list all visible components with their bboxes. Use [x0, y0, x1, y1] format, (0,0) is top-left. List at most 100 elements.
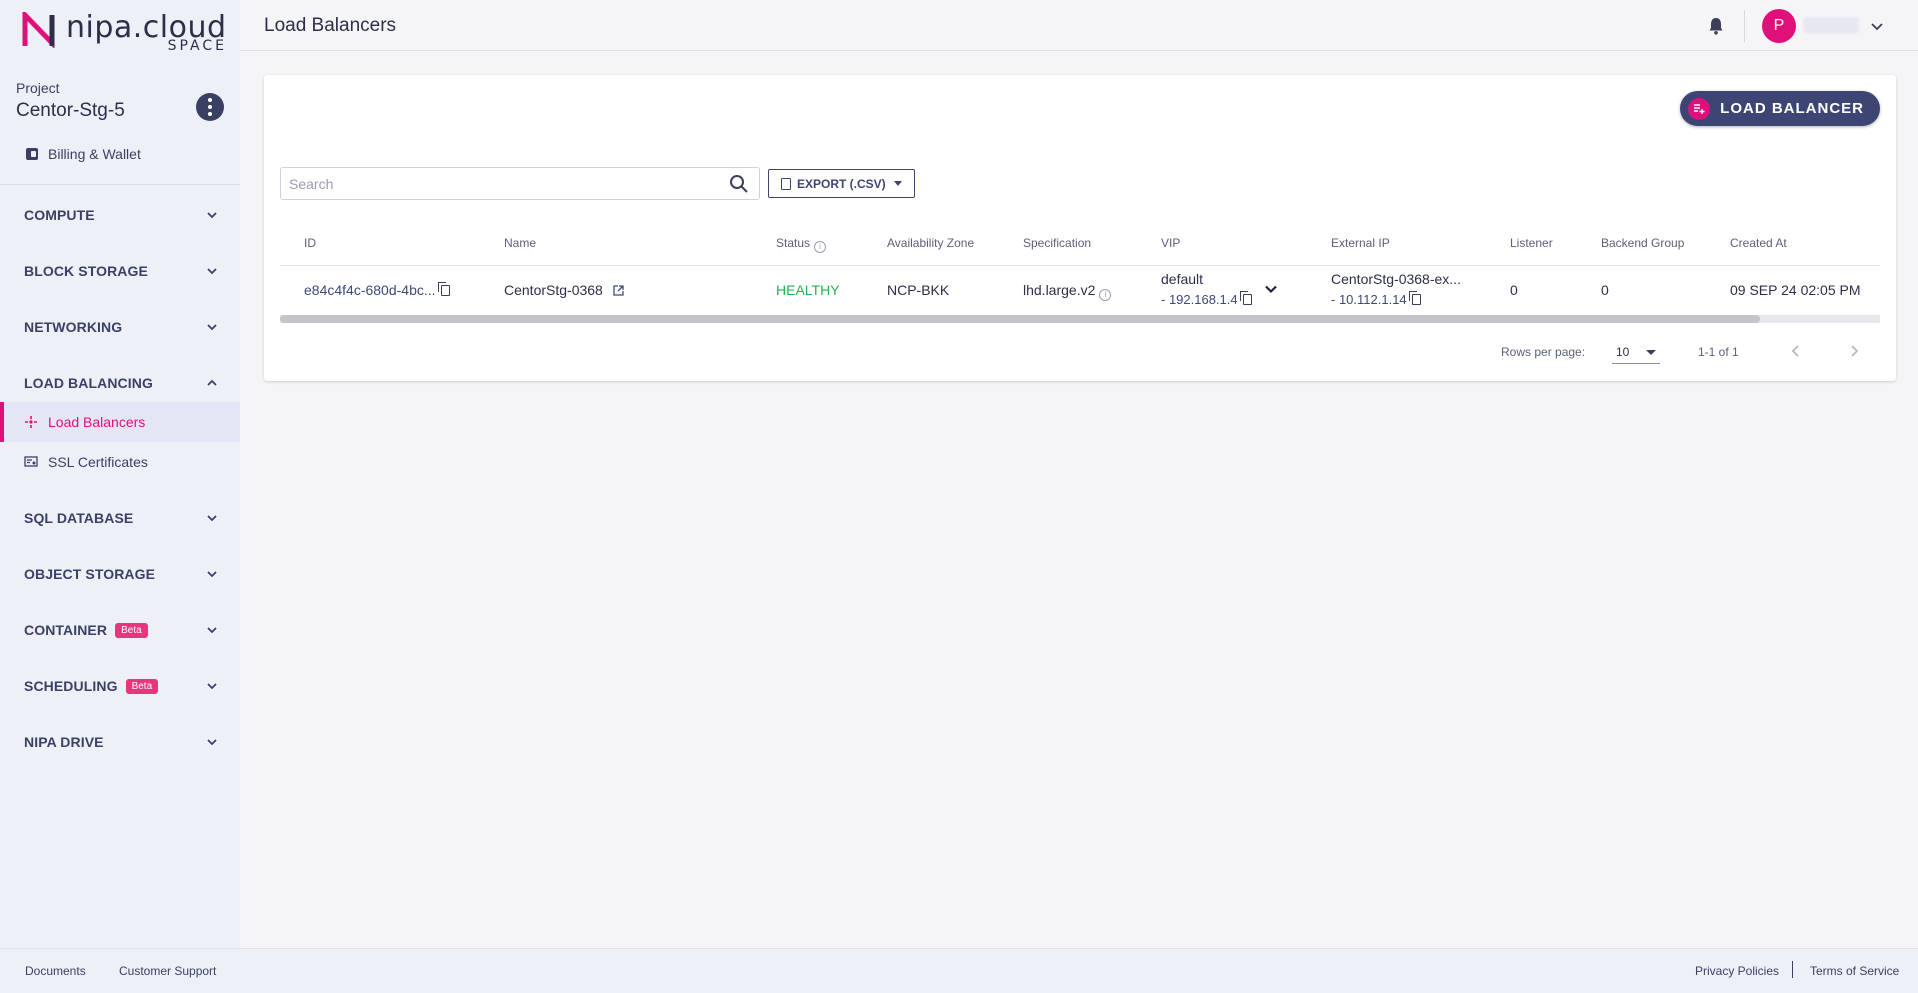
chevron-down-icon	[207, 739, 217, 746]
rows-per-page-value: 10	[1616, 345, 1630, 359]
header-divider	[1744, 10, 1745, 42]
cell-id: e84c4f4c-680d-4bc...	[304, 282, 450, 298]
status-badge: HEALTHY	[776, 282, 840, 298]
cell-backend-group: 0	[1601, 282, 1609, 298]
search-box	[280, 167, 760, 200]
column-header-id[interactable]: ID	[304, 236, 316, 250]
logo-subtitle: SPACE	[167, 38, 227, 54]
nav-section-label: SQL DATABASE	[24, 510, 134, 526]
cell-name: CentorStg-0368	[504, 282, 624, 298]
chevron-down-icon	[207, 515, 217, 522]
export-label: EXPORT (.CSV)	[797, 176, 886, 191]
project-label: Project	[16, 80, 60, 96]
cell-zone: NCP-BKK	[887, 282, 950, 298]
previous-page-button[interactable]	[1784, 339, 1808, 363]
sidebar-item-load-balancers[interactable]: Load Balancers	[0, 402, 240, 442]
nav-section-load-balancing[interactable]: LOAD BALANCING	[0, 363, 240, 403]
terms-of-service-link[interactable]: Terms of Service	[1810, 964, 1899, 978]
search-icon[interactable]	[729, 174, 749, 194]
nav-section-sql-database[interactable]: SQL DATABASE	[0, 498, 240, 538]
chevron-down-icon	[207, 683, 217, 690]
load-balancers-card: LOAD BALANCER EXPORT (.CSV) ID Name Stat…	[264, 75, 1896, 381]
nav-section-label: OBJECT STORAGE	[24, 566, 156, 582]
chevron-down-icon	[207, 627, 217, 634]
certificate-icon	[24, 455, 38, 469]
cell-vip-ip: - 192.168.1.4	[1161, 291, 1252, 307]
column-header-name[interactable]: Name	[504, 236, 536, 250]
customer-support-link[interactable]: Customer Support	[119, 964, 216, 978]
footer: Documents Customer Support Privacy Polic…	[0, 948, 1918, 993]
nav-section-label: CONTAINER	[24, 622, 108, 638]
bell-icon[interactable]	[1706, 16, 1726, 36]
column-header-backend-group[interactable]: Backend Group	[1601, 236, 1684, 250]
sidebar-item-billing[interactable]: Billing & Wallet	[26, 146, 141, 162]
cell-created-at: 09 SEP 24 02:05 PM	[1730, 282, 1861, 298]
external-link-icon[interactable]	[613, 285, 624, 296]
sidebar: nipa.cloud SPACE Project Centor-Stg-5 Bi…	[0, 0, 240, 948]
nav-section-label: COMPUTE	[24, 207, 95, 223]
chevron-down-icon	[207, 268, 217, 275]
nav-section-nipa-drive[interactable]: NIPA DRIVE	[0, 722, 240, 762]
nav-section-label: BLOCK STORAGE	[24, 263, 148, 279]
kebab-icon	[208, 97, 212, 118]
nav-section-label: LOAD BALANCING	[24, 375, 153, 391]
nav-section-scheduling[interactable]: SCHEDULING Beta	[0, 666, 240, 706]
vip-ip-value: - 192.168.1.4	[1161, 292, 1238, 307]
table-header: ID Name Status i Availability Zone Specif…	[280, 220, 1880, 266]
sidebar-item-label: Billing & Wallet	[48, 146, 141, 162]
nav-section-block-storage[interactable]: BLOCK STORAGE	[0, 251, 240, 291]
table-row[interactable]: e84c4f4c-680d-4bc... CentorStg-0368 HEAL…	[280, 266, 1880, 316]
page-title: Load Balancers	[264, 15, 397, 36]
beta-badge: Beta	[115, 622, 148, 638]
project-name: Centor-Stg-5	[16, 100, 125, 121]
pagination-range: 1-1 of 1	[1698, 345, 1739, 359]
column-header-zone[interactable]: Availability Zone	[887, 236, 974, 250]
column-header-external-ip[interactable]: External IP	[1331, 236, 1390, 250]
spec-value: lhd.large.v2	[1023, 282, 1096, 298]
info-icon[interactable]: i	[814, 241, 827, 253]
column-header-status[interactable]: Status i	[776, 236, 827, 253]
avatar[interactable]: P	[1762, 9, 1796, 43]
column-header-specification[interactable]: Specification	[1023, 236, 1091, 250]
beta-badge: Beta	[125, 678, 159, 694]
column-header-label: Status	[776, 236, 811, 250]
nav-section-object-storage[interactable]: OBJECT STORAGE	[0, 554, 240, 594]
load-balancer-icon	[24, 415, 38, 429]
copy-icon[interactable]	[1408, 291, 1421, 305]
export-csv-button[interactable]: EXPORT (.CSV)	[768, 169, 915, 198]
nav-section-compute[interactable]: COMPUTE	[0, 195, 240, 235]
add-list-icon	[1688, 97, 1711, 120]
logo-mark-icon	[22, 12, 55, 48]
copy-icon[interactable]	[437, 282, 450, 296]
document-icon	[781, 177, 791, 190]
add-load-balancer-button[interactable]: LOAD BALANCER	[1680, 91, 1880, 126]
privacy-policies-link[interactable]: Privacy Policies	[1695, 964, 1779, 978]
nav-section-container[interactable]: CONTAINER Beta	[0, 610, 240, 650]
top-header: Load Balancers P	[240, 0, 1918, 51]
scrollbar-thumb[interactable]	[280, 315, 1760, 323]
horizontal-scrollbar[interactable]	[280, 315, 1880, 323]
external-ip-value: - 10.112.1.14	[1331, 292, 1407, 307]
project-menu-button[interactable]	[196, 93, 224, 121]
column-header-created-at[interactable]: Created At	[1730, 236, 1787, 250]
chevron-down-icon	[207, 571, 217, 578]
rows-per-page-select[interactable]: 10	[1612, 338, 1660, 364]
add-button-label: LOAD BALANCER	[1720, 100, 1864, 117]
next-page-button[interactable]	[1842, 339, 1866, 363]
column-header-vip[interactable]: VIP	[1161, 236, 1180, 250]
cell-vip-name: default	[1161, 271, 1204, 287]
info-icon[interactable]: i	[1099, 289, 1112, 301]
sidebar-item-label: Load Balancers	[48, 414, 146, 430]
search-input[interactable]	[281, 168, 711, 199]
lb-name-link[interactable]: CentorStg-0368	[504, 282, 603, 298]
caret-down-icon	[893, 181, 902, 186]
cell-specification: lhd.large.v2 i	[1023, 282, 1112, 301]
chevron-down-icon[interactable]	[1870, 19, 1884, 33]
column-header-listener[interactable]: Listener	[1510, 236, 1553, 250]
nipa-cloud-logo[interactable]: nipa.cloud SPACE	[22, 10, 227, 56]
sidebar-item-ssl-certificates[interactable]: SSL Certificates	[0, 442, 240, 482]
chevron-down-icon[interactable]	[1264, 282, 1278, 296]
nav-section-networking[interactable]: NETWORKING	[0, 307, 240, 347]
documents-link[interactable]: Documents	[25, 964, 86, 978]
copy-icon[interactable]	[1239, 291, 1252, 305]
